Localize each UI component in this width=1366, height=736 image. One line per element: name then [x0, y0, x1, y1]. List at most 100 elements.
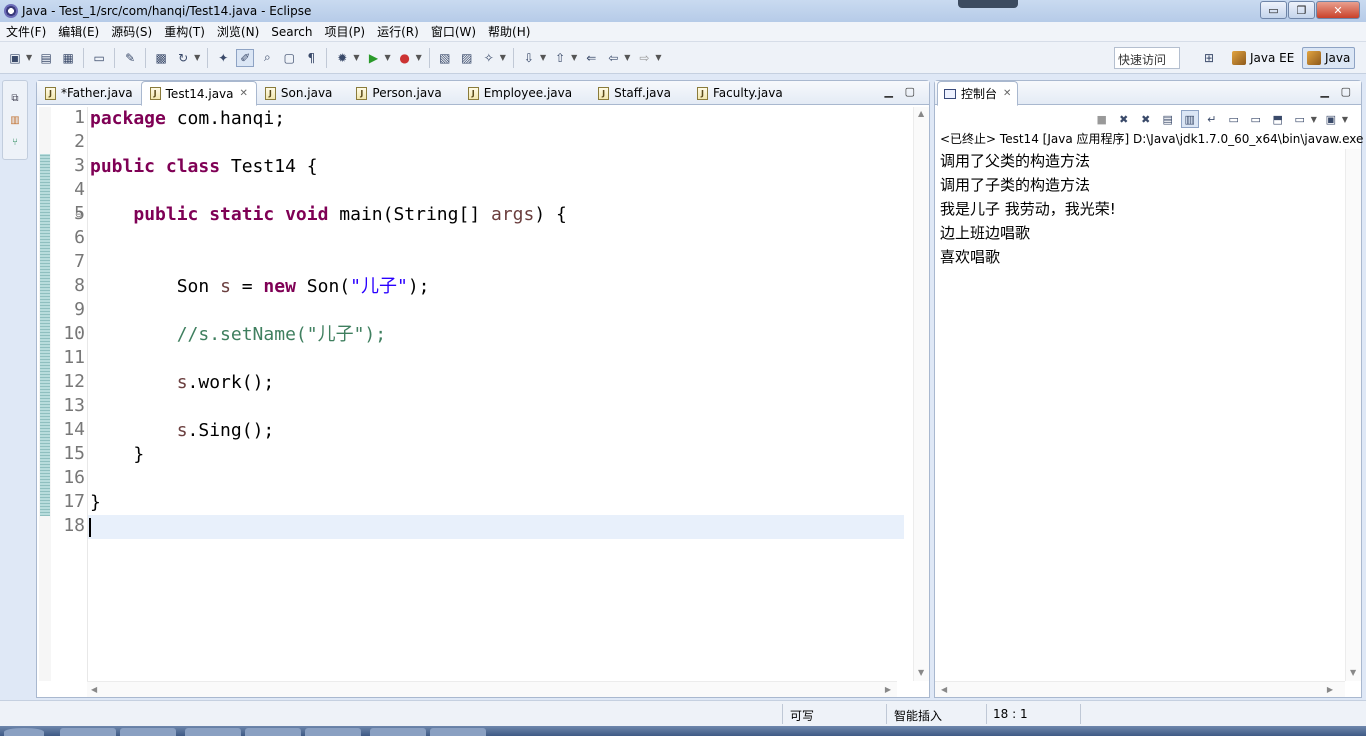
remove-launch-icon[interactable]: ✖: [1115, 110, 1133, 128]
open-perspective-icon[interactable]: ⊞: [1200, 49, 1218, 67]
maximize-console-icon[interactable]: ▢: [1341, 85, 1351, 98]
taskbar-item[interactable]: [370, 728, 426, 736]
taskbar-item[interactable]: [245, 728, 301, 736]
tab-son-java[interactable]: J Son.java: [257, 81, 341, 105]
next-annotation-dropdown-icon[interactable]: ▼: [540, 53, 546, 62]
maximize-editor-icon[interactable]: ▢: [905, 85, 915, 98]
menu-refactor[interactable]: 重构(T): [158, 23, 211, 40]
tab-person-java[interactable]: J Person.java: [348, 81, 449, 105]
toggle-breakpoint-icon[interactable]: ✎: [121, 49, 139, 67]
code-editor[interactable]: 1 2 3 4 5 6 7 8 9 10 11 12 13 14 15 16 1…: [37, 107, 904, 681]
code-text-area[interactable]: package com.hanqi; public class Test14 {…: [87, 107, 904, 681]
tab-faculty-java[interactable]: J Faculty.java: [689, 81, 791, 105]
menu-run[interactable]: 运行(R): [371, 23, 425, 40]
next-annotation-icon[interactable]: ⇩: [520, 49, 538, 67]
wand-dropdown-icon[interactable]: ▼: [500, 53, 506, 62]
package-icon[interactable]: ▩: [152, 49, 170, 67]
mark-occurrences-icon[interactable]: ✐: [236, 48, 255, 67]
scroll-down-icon[interactable]: ▼: [1350, 668, 1356, 677]
refresh-dropdown-icon[interactable]: ▼: [194, 53, 200, 62]
minimize-editor-icon[interactable]: ▁: [885, 85, 893, 98]
save-icon[interactable]: ▤: [37, 49, 55, 67]
display-console-icon[interactable]: ▭: [1291, 110, 1309, 128]
menu-project[interactable]: 项目(P): [319, 23, 372, 40]
run-icon[interactable]: ▶: [364, 49, 382, 67]
menu-edit[interactable]: 编辑(E): [52, 23, 105, 40]
close-tab-icon[interactable]: ✕: [240, 88, 248, 99]
external-tools-dropdown-icon[interactable]: ▼: [416, 53, 422, 62]
show-on-error-icon[interactable]: ▭: [1247, 110, 1265, 128]
menu-search[interactable]: Search: [265, 25, 318, 39]
tab-father-java[interactable]: J *Father.java: [37, 81, 141, 105]
scroll-left-icon[interactable]: ◀: [91, 685, 97, 694]
scroll-right-icon[interactable]: ▶: [1327, 685, 1333, 694]
menu-file[interactable]: 文件(F): [0, 23, 52, 40]
menu-window[interactable]: 窗口(W): [425, 23, 482, 40]
fold-collapse-icon[interactable]: ⊖: [75, 211, 83, 220]
quick-access-input[interactable]: 快速访问: [1114, 47, 1180, 69]
scroll-right-icon[interactable]: ▶: [885, 685, 891, 694]
taskbar-item[interactable]: [120, 728, 176, 736]
close-button[interactable]: ✕: [1316, 1, 1360, 19]
pin-console-icon[interactable]: ⬒: [1269, 110, 1287, 128]
open-console-icon[interactable]: ▣: [1322, 110, 1340, 128]
editor-horizontal-scrollbar[interactable]: ◀ ▶: [87, 681, 897, 697]
debug-dropdown-icon[interactable]: ▼: [353, 53, 359, 62]
scroll-down-icon[interactable]: ▼: [918, 668, 924, 677]
previous-annotation-icon[interactable]: ⇧: [551, 49, 569, 67]
search-icon[interactable]: ⌕: [258, 49, 276, 67]
hierarchy-icon[interactable]: ⑂: [9, 136, 21, 148]
perspective-java[interactable]: Java: [1302, 47, 1356, 69]
remove-all-launches-icon[interactable]: ✖: [1137, 110, 1155, 128]
console-vertical-scrollbar[interactable]: ▼: [1345, 149, 1361, 681]
previous-annotation-dropdown-icon[interactable]: ▼: [571, 53, 577, 62]
tab-console[interactable]: 控制台 ✕: [937, 81, 1019, 106]
tab-employee-java[interactable]: J Employee.java: [460, 81, 580, 105]
run-dropdown-icon[interactable]: ▼: [384, 53, 390, 62]
terminate-icon[interactable]: ■: [1093, 110, 1111, 128]
new-java-project-icon[interactable]: ▧: [436, 49, 454, 67]
tab-staff-java[interactable]: J Staff.java: [590, 81, 679, 105]
open-type-icon[interactable]: ✦: [214, 49, 232, 67]
taskbar-item[interactable]: [305, 728, 361, 736]
editor-vertical-scrollbar[interactable]: ▲ ▼: [913, 107, 929, 681]
console-output[interactable]: 调用了父类的构造方法 调用了子类的构造方法 我是儿子 我劳动，我光荣! 边上班边…: [940, 149, 1340, 269]
external-tools-icon[interactable]: ●: [396, 49, 414, 67]
console-horizontal-scrollbar[interactable]: ◀ ▶: [935, 681, 1345, 697]
show-on-output-icon[interactable]: ▭: [1225, 110, 1243, 128]
minimize-button[interactable]: ▭: [1260, 1, 1287, 19]
tab-test14-java[interactable]: J Test14.java ✕: [140, 81, 257, 106]
forward-icon[interactable]: ⇨: [635, 49, 653, 67]
scroll-left-icon[interactable]: ◀: [941, 685, 947, 694]
back-dropdown-icon[interactable]: ▼: [624, 53, 630, 62]
forward-dropdown-icon[interactable]: ▼: [655, 53, 661, 62]
scroll-lock-icon[interactable]: ▥: [1180, 110, 1199, 128]
perspective-java-ee[interactable]: Java EE: [1228, 47, 1298, 69]
word-wrap-icon[interactable]: ↵: [1203, 110, 1221, 128]
clear-console-icon[interactable]: ▤: [1159, 110, 1177, 128]
save-all-icon[interactable]: ▦: [59, 49, 77, 67]
wand-icon[interactable]: ✧: [480, 49, 498, 67]
open-folder-icon[interactable]: ▨: [458, 49, 476, 67]
taskbar-item[interactable]: [430, 728, 486, 736]
refresh-icon[interactable]: ↻: [174, 49, 192, 67]
menu-source[interactable]: 源码(S): [105, 23, 158, 40]
scroll-up-icon[interactable]: ▲: [918, 109, 924, 118]
menu-navigate[interactable]: 浏览(N): [211, 23, 265, 40]
back-icon[interactable]: ⇦: [604, 49, 622, 67]
start-button[interactable]: [4, 728, 44, 736]
last-edit-icon[interactable]: ⇐: [582, 49, 600, 67]
open-console-dropdown-icon[interactable]: ▼: [1342, 115, 1348, 124]
minimize-console-icon[interactable]: ▁: [1321, 85, 1329, 98]
display-console-dropdown-icon[interactable]: ▼: [1311, 115, 1317, 124]
restore-icon[interactable]: ⧉: [9, 92, 21, 104]
show-whitespace-icon[interactable]: ¶: [302, 49, 320, 67]
package-explorer-icon[interactable]: ▥: [9, 114, 21, 126]
open-console-icon[interactable]: ▭: [90, 49, 108, 67]
new-dropdown-icon[interactable]: ▼: [26, 53, 32, 62]
debug-icon[interactable]: ✹: [333, 49, 351, 67]
block-selection-icon[interactable]: ▢: [280, 49, 298, 67]
taskbar-item[interactable]: [185, 728, 241, 736]
menu-help[interactable]: 帮助(H): [482, 23, 536, 40]
taskbar-item[interactable]: [60, 728, 116, 736]
